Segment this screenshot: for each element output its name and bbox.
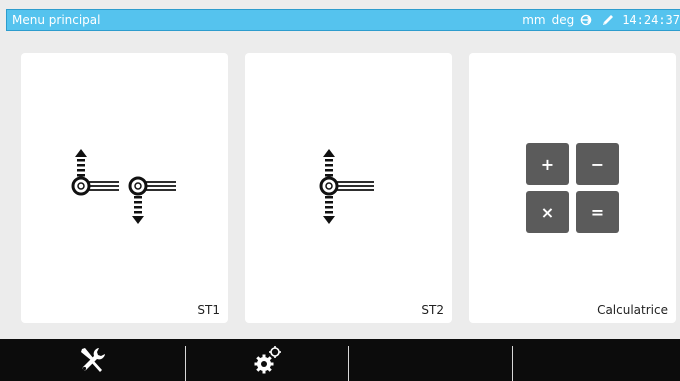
multiply-key: ×	[526, 191, 569, 233]
tile-label: ST1	[197, 303, 220, 317]
toolbar-slot-4[interactable]	[513, 339, 680, 381]
calculator-icon: + − × =	[526, 143, 620, 234]
page-title: Menu principal	[12, 13, 101, 27]
tools-icon	[80, 348, 105, 372]
minus-key: −	[576, 143, 619, 185]
toolbar-slot-3[interactable]	[349, 339, 512, 381]
tools-button[interactable]	[0, 339, 185, 381]
angle-unit: deg	[551, 13, 575, 27]
title-bar: Menu principal mm deg 14:24:37	[6, 9, 680, 31]
pencil-icon[interactable]	[601, 13, 615, 27]
tile-calculator[interactable]: + − × = Calculatrice	[469, 53, 676, 323]
tile-label: Calculatrice	[597, 303, 668, 317]
length-unit: mm	[522, 13, 546, 27]
settings-button[interactable]	[186, 339, 348, 381]
tile-label: ST2	[421, 303, 444, 317]
clock: 14:24:37	[622, 13, 680, 27]
dual-probe-st1-icon	[71, 149, 176, 224]
tile-st1[interactable]: ST1	[21, 53, 228, 323]
status-area: mm deg 14:24:37	[522, 13, 680, 27]
equals-key: =	[576, 191, 619, 233]
tile-st2[interactable]: ST2	[245, 53, 452, 323]
bottom-toolbar	[0, 339, 680, 381]
single-probe-st2-icon	[319, 149, 374, 224]
plus-key: +	[526, 143, 569, 185]
settings-gears-icon	[254, 346, 281, 374]
login-icon[interactable]	[580, 14, 594, 26]
